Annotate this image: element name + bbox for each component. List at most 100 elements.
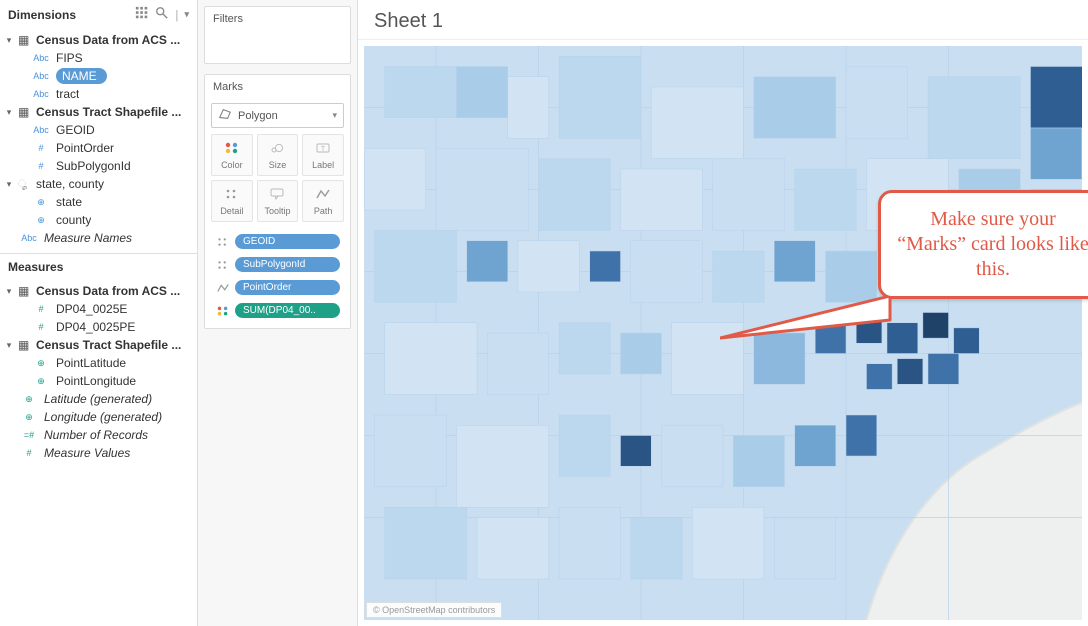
number-type-icon: #: [30, 161, 52, 171]
dim-pointorder[interactable]: #PointOrder: [0, 139, 197, 157]
view-as-list-icon[interactable]: [135, 6, 149, 23]
pill-subpolygonid[interactable]: SubPolygonId: [211, 255, 344, 274]
caret-icon[interactable]: ▾: [4, 35, 14, 46]
meas-latgen[interactable]: ⊕Latitude (generated): [0, 390, 197, 408]
dim-county[interactable]: ⊕ county: [0, 211, 197, 229]
meas-label: Longitude (generated): [44, 410, 162, 424]
marks-path[interactable]: Path: [302, 180, 344, 222]
cell-label: Label: [312, 160, 334, 170]
dimensions-tree: ▾ ▦ Census Data from ACS ... Abc FIPS Abc…: [0, 29, 197, 249]
cell-label: Path: [314, 206, 333, 216]
cell-label: Tooltip: [264, 206, 290, 216]
marks-pills: GEOID SubPolygonId PointOrder SUM(DP04_0…: [205, 228, 350, 328]
number-type-icon: #: [30, 322, 52, 332]
text-type-icon: Abc: [30, 89, 52, 99]
dim-subpolygonid[interactable]: #SubPolygonId: [0, 157, 197, 175]
pill-label: SUM(DP04_00..: [235, 303, 340, 318]
meas-dp04pe[interactable]: #DP04_0025PE: [0, 318, 197, 336]
find-icon[interactable]: [155, 6, 169, 23]
marks-tooltip[interactable]: Tooltip: [257, 180, 299, 222]
caret-icon[interactable]: ▾: [4, 286, 14, 297]
map-area[interactable]: © OpenStreetMap contributors Make sure y…: [358, 40, 1088, 626]
number-type-icon: #: [30, 304, 52, 314]
number-type-icon: #: [18, 448, 40, 458]
marks-label[interactable]: T Label: [302, 134, 344, 176]
dim-label: PointOrder: [56, 141, 114, 155]
table-icon: ▦: [18, 105, 32, 119]
hierarchy-icon: ೄ: [18, 179, 32, 190]
meas-label: PointLatitude: [56, 356, 126, 370]
meas-pointlon[interactable]: ⊕ PointLongitude: [0, 372, 197, 390]
sheet-title[interactable]: Sheet 1: [358, 0, 1088, 40]
color-icon: [224, 141, 240, 157]
meas-group-0[interactable]: ▾ ▦ Census Data from ACS ...: [0, 282, 197, 300]
map-attribution: © OpenStreetMap contributors: [366, 602, 502, 618]
dim-group-1[interactable]: ▾ ▦ Census Tract Shapefile ...: [0, 103, 197, 121]
color-icon: [215, 304, 230, 318]
meas-longen[interactable]: ⊕ Longitude (generated): [0, 408, 197, 426]
measures-tree: ▾ ▦ Census Data from ACS ... # DP04_0025E…: [0, 280, 197, 464]
pill-pointorder[interactable]: PointOrder: [211, 278, 344, 297]
pill-geoid[interactable]: GEOID: [211, 232, 344, 251]
dim-label: Measure Names: [44, 231, 132, 245]
detail-icon: [215, 258, 230, 272]
viz-pane: Sheet 1: [358, 0, 1088, 626]
dim-group-1-label: Census Tract Shapefile ...: [36, 105, 181, 119]
dim-group-2[interactable]: ▾ ೄ state, county: [0, 175, 197, 193]
text-type-icon: Abc: [30, 71, 52, 81]
geo-type-icon: ⊕: [18, 412, 40, 423]
svg-text:T: T: [321, 146, 326, 153]
shelf-pane: Filters Marks Polygon Color Size T Label…: [198, 0, 358, 626]
meas-dp04e[interactable]: # DP04_0025E: [0, 300, 197, 318]
caret-icon[interactable]: ▾: [4, 340, 14, 351]
cell-label: Color: [221, 160, 243, 170]
geo-type-icon: ⊕: [30, 376, 52, 387]
numrec-type-icon: =#: [18, 430, 40, 440]
dim-label: county: [56, 213, 91, 227]
meas-label: PointLongitude: [56, 374, 136, 388]
size-icon: [269, 141, 285, 157]
marks-properties-grid: Color Size T Label Detail Tooltip Path: [205, 134, 350, 228]
dim-label: FIPS: [56, 51, 83, 65]
meas-label: DP04_0025E: [56, 302, 127, 316]
marks-color[interactable]: Color: [211, 134, 253, 176]
dim-name[interactable]: AbcNAME: [0, 67, 197, 85]
meas-label: Number of Records: [44, 428, 148, 442]
dim-label: state: [56, 195, 82, 209]
dim-measure-names[interactable]: AbcMeasure Names: [0, 229, 197, 247]
dimensions-title: Dimensions: [8, 8, 76, 22]
meas-numrec[interactable]: =# Number of Records: [0, 426, 197, 444]
dim-label: GEOID: [56, 123, 95, 137]
meas-pointlat[interactable]: ⊕PointLatitude: [0, 354, 197, 372]
dim-geoid[interactable]: Abc GEOID: [0, 121, 197, 139]
dim-tract[interactable]: Abctract: [0, 85, 197, 103]
dim-group-2-label: state, county: [36, 177, 104, 191]
marks-size[interactable]: Size: [257, 134, 299, 176]
marks-detail[interactable]: Detail: [211, 180, 253, 222]
tooltip-icon: [269, 187, 285, 203]
pill-sum-dp04[interactable]: SUM(DP04_00..: [211, 301, 344, 320]
pill-label: GEOID: [235, 234, 340, 249]
meas-values[interactable]: #Measure Values: [0, 444, 197, 462]
table-icon: ▦: [18, 338, 32, 352]
dim-group-0[interactable]: ▾ ▦ Census Data from ACS ...: [0, 31, 197, 49]
text-type-icon: Abc: [30, 53, 52, 63]
callout-text: Make sure your “Marks” card looks like t…: [878, 190, 1088, 299]
pill-label: PointOrder: [235, 280, 340, 295]
meas-group-1-label: Census Tract Shapefile ...: [36, 338, 181, 352]
text-type-icon: Abc: [30, 125, 52, 135]
geo-type-icon: ⊕: [30, 215, 52, 226]
measures-header: Measures: [0, 254, 197, 280]
menu-caret-icon[interactable]: ▾: [184, 9, 189, 20]
mark-type-dropdown[interactable]: Polygon: [211, 103, 344, 128]
cell-label: Detail: [220, 206, 243, 216]
dim-fips[interactable]: Abc FIPS: [0, 49, 197, 67]
dim-state[interactable]: ⊕state: [0, 193, 197, 211]
caret-icon[interactable]: ▾: [4, 179, 14, 190]
path-icon: [215, 281, 230, 295]
meas-group-1[interactable]: ▾ ▦ Census Tract Shapefile ...: [0, 336, 197, 354]
caret-icon[interactable]: ▾: [4, 107, 14, 118]
filters-shelf[interactable]: Filters: [204, 6, 351, 64]
divider-icon: |: [175, 8, 178, 22]
filters-title: Filters: [205, 7, 350, 31]
